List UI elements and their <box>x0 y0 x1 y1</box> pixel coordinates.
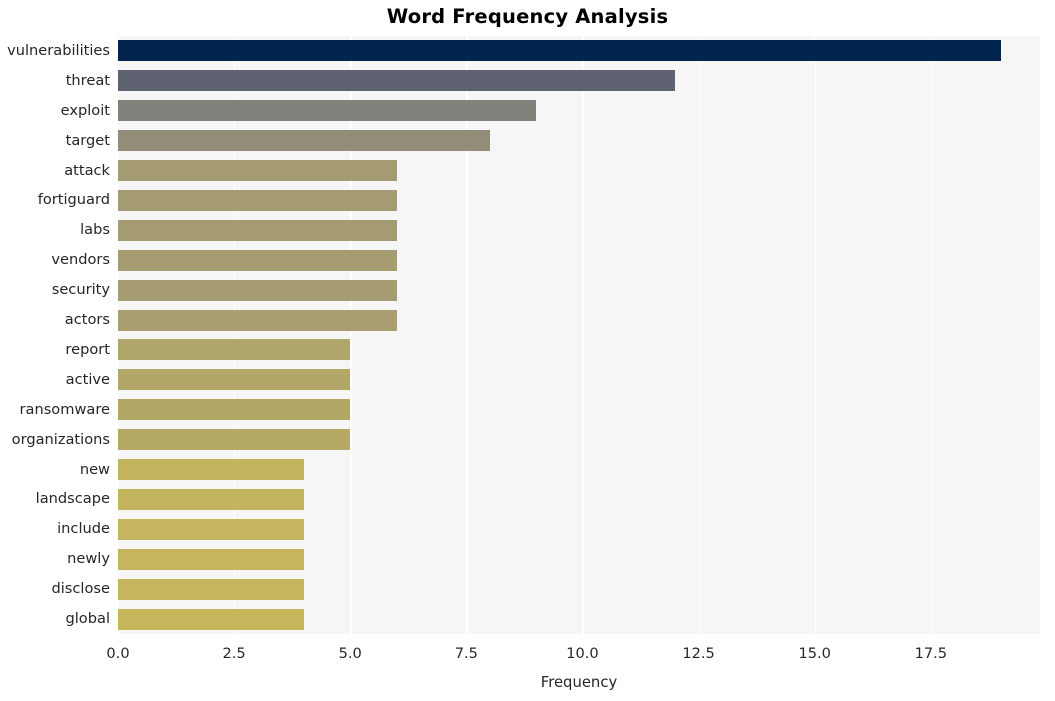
bar-ransomware[interactable] <box>118 399 351 421</box>
bar-vendors[interactable] <box>118 249 397 271</box>
bar-include[interactable] <box>118 518 304 540</box>
y-tick-label-vendors: vendors <box>51 251 110 269</box>
x-axis-title: Frequency <box>540 674 618 691</box>
bars-layer <box>118 36 1040 634</box>
chart-title: Word Frequency Analysis <box>386 5 669 28</box>
y-tick-label-target: target <box>65 131 110 149</box>
bar-fortiguard[interactable] <box>118 189 397 211</box>
y-tick-label-include: include <box>57 520 110 538</box>
y-tick-label-actors: actors <box>64 311 110 329</box>
y-tick-label-organizations: organizations <box>11 430 110 448</box>
x-tick-label-12.5: 12.5 <box>682 645 715 662</box>
bar-report[interactable] <box>118 339 351 361</box>
y-tick-label-newly: newly <box>67 550 110 568</box>
bar-target[interactable] <box>118 130 490 152</box>
y-tick-label-landscape: landscape <box>35 490 110 508</box>
y-tick-label-threat: threat <box>65 71 110 89</box>
bar-threat[interactable] <box>118 70 676 92</box>
bar-security[interactable] <box>118 279 397 301</box>
y-tick-label-new: new <box>79 460 110 478</box>
y-tick-label-active: active <box>65 370 110 388</box>
plot-area <box>118 36 1040 634</box>
x-tick-label-10.0: 10.0 <box>566 645 599 662</box>
y-tick-label-security: security <box>51 281 110 299</box>
x-tick-label-7.5: 7.5 <box>454 645 478 662</box>
x-axis-tick-labels: 0.0 2.5 5.0 7.5 10.0 12.5 15.0 17.5 <box>106 634 1040 664</box>
bar-active[interactable] <box>118 369 351 391</box>
x-tick-label-17.5: 17.5 <box>914 645 948 662</box>
y-tick-label-ransomware: ransomware <box>19 400 110 418</box>
y-tick-label-report: report <box>65 340 110 358</box>
x-tick-label-2.5: 2.5 <box>222 645 246 662</box>
bar-new[interactable] <box>118 459 304 481</box>
x-tick-label-15.0: 15.0 <box>798 645 831 662</box>
bar-landscape[interactable] <box>118 488 304 510</box>
y-axis-tick-labels: vulnerabilities threat exploit target attack… <box>0 36 110 634</box>
bar-actors[interactable] <box>118 309 397 331</box>
bar-newly[interactable] <box>118 548 304 570</box>
x-tick-label-5.0: 5.0 <box>338 645 362 662</box>
y-tick-label-global: global <box>65 610 110 628</box>
y-tick-label-vulnerabilities: vulnerabilities <box>7 41 110 59</box>
bar-disclose[interactable] <box>118 578 304 600</box>
bar-global[interactable] <box>118 608 304 630</box>
bar-organizations[interactable] <box>118 429 351 451</box>
bar-attack[interactable] <box>118 160 397 182</box>
y-tick-label-labs: labs <box>80 221 110 239</box>
bar-vulnerabilities[interactable] <box>118 40 1001 62</box>
y-tick-label-exploit: exploit <box>60 101 110 119</box>
y-tick-label-attack: attack <box>64 161 110 179</box>
y-tick-label-fortiguard: fortiguard <box>37 191 110 209</box>
bar-labs[interactable] <box>118 219 397 241</box>
y-tick-label-disclose: disclose <box>51 580 110 598</box>
word-frequency-chart-figure: Word Frequency Analysis vulnerabilities t… <box>0 0 1055 701</box>
x-tick-label-0.0: 0.0 <box>106 645 130 662</box>
bar-exploit[interactable] <box>118 100 537 122</box>
